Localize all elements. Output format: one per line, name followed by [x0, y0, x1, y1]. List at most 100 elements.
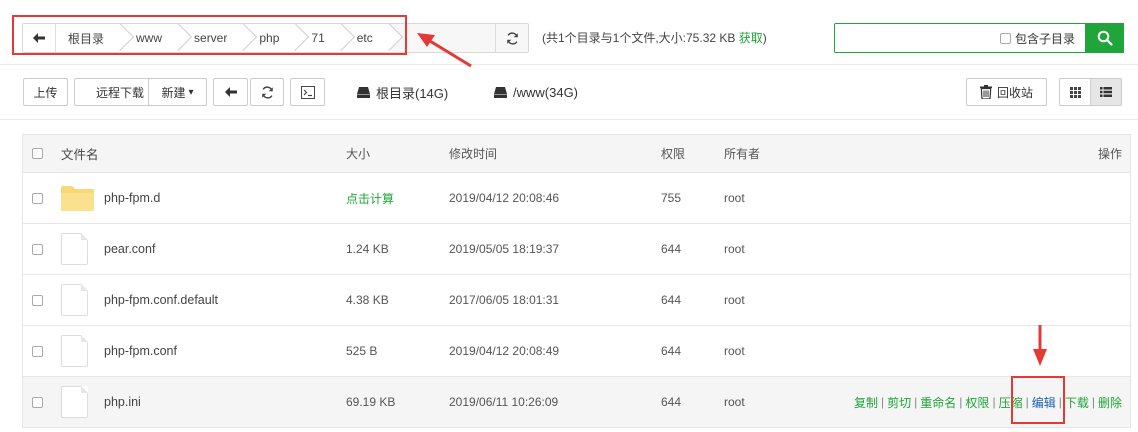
file-size: 525 B: [346, 326, 377, 376]
upload-label: 上传: [33, 85, 58, 100]
file-mtime-label: 2019/04/12 20:08:46: [449, 191, 560, 205]
select-all-checkbox[interactable]: [32, 148, 43, 159]
row-checkbox[interactable]: [32, 243, 43, 255]
search-icon: [1097, 30, 1113, 46]
file-perm-label: 644: [661, 395, 682, 409]
table-row[interactable]: php.ini 69.19 KB 2019/06/11 10:26:09 644…: [23, 377, 1130, 427]
disk-root[interactable]: 根目录(14G): [357, 78, 448, 106]
file-perm: 644: [661, 377, 681, 427]
path-back-button[interactable]: [23, 24, 56, 52]
grid-view-button[interactable]: [1059, 78, 1091, 106]
search-input[interactable]: [835, 24, 1001, 50]
arrow-left-icon: [33, 33, 45, 43]
table-header: 文件名 大小 修改时间 权限 所有者 操作: [23, 135, 1130, 173]
file-manager: 根目录 www server php 71 etc (共1个目录与1个文件,大小…: [0, 0, 1138, 432]
table-row[interactable]: php-fpm.d 点击计算 2019/04/12 20:08:46 755 r…: [23, 173, 1130, 224]
column-header-mtime[interactable]: 修改时间: [449, 135, 497, 172]
file-owner: root: [724, 275, 745, 325]
action-download[interactable]: 下载: [1065, 394, 1089, 411]
file-name[interactable]: php-fpm.conf: [104, 326, 177, 376]
row-checkbox[interactable]: [32, 192, 43, 204]
file-perm-label: 644: [661, 344, 682, 358]
breadcrumb-label: www: [136, 31, 163, 45]
file-name[interactable]: pear.conf: [104, 224, 155, 274]
row-icon-cell: [61, 173, 94, 223]
file-mtime-label: 2019/06/11 10:26:09: [449, 395, 559, 409]
file-mtime: 2019/05/05 18:19:37: [449, 224, 559, 274]
file-size-label: 1.24 KB: [346, 242, 389, 256]
file-perm: 644: [661, 275, 681, 325]
action-cut[interactable]: 剪切: [887, 394, 911, 411]
recycle-bin-label: 回收站: [996, 85, 1033, 100]
breadcrumb-label: 根目录: [68, 31, 105, 46]
file-size: 1.24 KB: [346, 224, 389, 274]
recycle-bin-button[interactable]: 回收站: [966, 78, 1047, 106]
action-compress[interactable]: 压缩: [999, 394, 1023, 411]
folder-icon: [61, 186, 94, 211]
row-checkbox-cell: [32, 224, 43, 274]
action-separator: |: [914, 395, 918, 409]
column-header-size[interactable]: 大小: [346, 135, 370, 172]
path-refresh-button[interactable]: [495, 24, 528, 52]
file-name[interactable]: php-fpm.d: [104, 173, 160, 223]
back-button[interactable]: [213, 78, 248, 106]
file-owner-label: root: [724, 344, 745, 358]
select-all-cell: [32, 135, 43, 172]
action-separator: |: [1091, 395, 1095, 409]
file-name-label: pear.conf: [104, 242, 156, 256]
remote-download-label: 远程下载: [95, 85, 144, 100]
action-separator: |: [959, 395, 963, 409]
file-mtime-label: 2019/05/05 18:19:37: [449, 242, 560, 256]
file-mtime: 2019/04/12 20:08:49: [449, 326, 559, 376]
file-name[interactable]: php.ini: [104, 377, 141, 427]
action-permission[interactable]: 权限: [965, 394, 989, 411]
include-subdirs-checkbox[interactable]: [999, 32, 1011, 44]
file-size-label: 69.19 KB: [346, 395, 396, 409]
file-owner: root: [724, 224, 745, 274]
breadcrumb-label: server: [194, 31, 228, 45]
breadcrumb-label: 71: [311, 31, 325, 45]
include-subdirs-toggle[interactable]: 包含子目录: [999, 24, 1075, 52]
action-delete[interactable]: 删除: [1098, 394, 1122, 411]
divider: [0, 119, 1138, 120]
include-subdirs-label: 包含子目录: [1014, 31, 1075, 46]
row-checkbox[interactable]: [32, 396, 43, 408]
disk-www[interactable]: /www(34G): [494, 78, 578, 106]
new-button[interactable]: 新建 ▾: [148, 78, 207, 106]
column-header-perm[interactable]: 权限: [661, 135, 685, 172]
refresh-button[interactable]: [250, 78, 284, 106]
table-row[interactable]: php-fpm.conf.default 4.38 KB 2017/06/05 …: [23, 275, 1130, 326]
file-owner: root: [724, 326, 745, 376]
file-perm: 644: [661, 326, 681, 376]
trash-icon: [979, 85, 992, 99]
table-row[interactable]: pear.conf 1.24 KB 2019/05/05 18:19:37 64…: [23, 224, 1130, 275]
breadcrumb-label: etc: [356, 31, 373, 45]
action-edit[interactable]: 编辑: [1032, 394, 1056, 411]
file-perm-label: 755: [661, 191, 682, 205]
file-mtime-label: 2019/04/12 20:08:49: [449, 344, 560, 358]
breadcrumb-label: php: [259, 31, 280, 45]
calculate-size-link[interactable]: 点击计算: [346, 173, 394, 223]
header-label: 大小: [346, 147, 371, 161]
breadcrumb-item-root[interactable]: 根目录: [56, 24, 123, 52]
file-name[interactable]: php-fpm.conf.default: [104, 275, 218, 325]
directory-summary: (共1个目录与1个文件,大小:75.32 KB 获取): [542, 23, 767, 53]
row-checkbox[interactable]: [32, 345, 43, 357]
table-row[interactable]: php-fpm.conf 525 B 2019/04/12 20:08:49 6…: [23, 326, 1130, 377]
terminal-button[interactable]: [290, 78, 325, 106]
file-size: 69.19 KB: [346, 377, 395, 427]
search-button[interactable]: [1085, 23, 1124, 53]
column-header-owner[interactable]: 所有者: [724, 135, 760, 172]
file-owner: root: [724, 377, 745, 427]
file-perm: 755: [661, 173, 681, 223]
file-owner-label: root: [724, 191, 745, 205]
fetch-size-link[interactable]: 获取: [739, 31, 763, 45]
list-view-button[interactable]: [1090, 78, 1122, 106]
upload-button[interactable]: 上传: [23, 78, 68, 106]
action-copy[interactable]: 复制: [854, 394, 878, 411]
file-owner-label: root: [724, 293, 745, 307]
row-checkbox[interactable]: [32, 294, 43, 306]
action-rename[interactable]: 重命名: [920, 394, 956, 411]
column-header-name[interactable]: 文件名: [61, 135, 99, 172]
file-mtime: 2019/06/11 10:26:09: [449, 377, 558, 427]
